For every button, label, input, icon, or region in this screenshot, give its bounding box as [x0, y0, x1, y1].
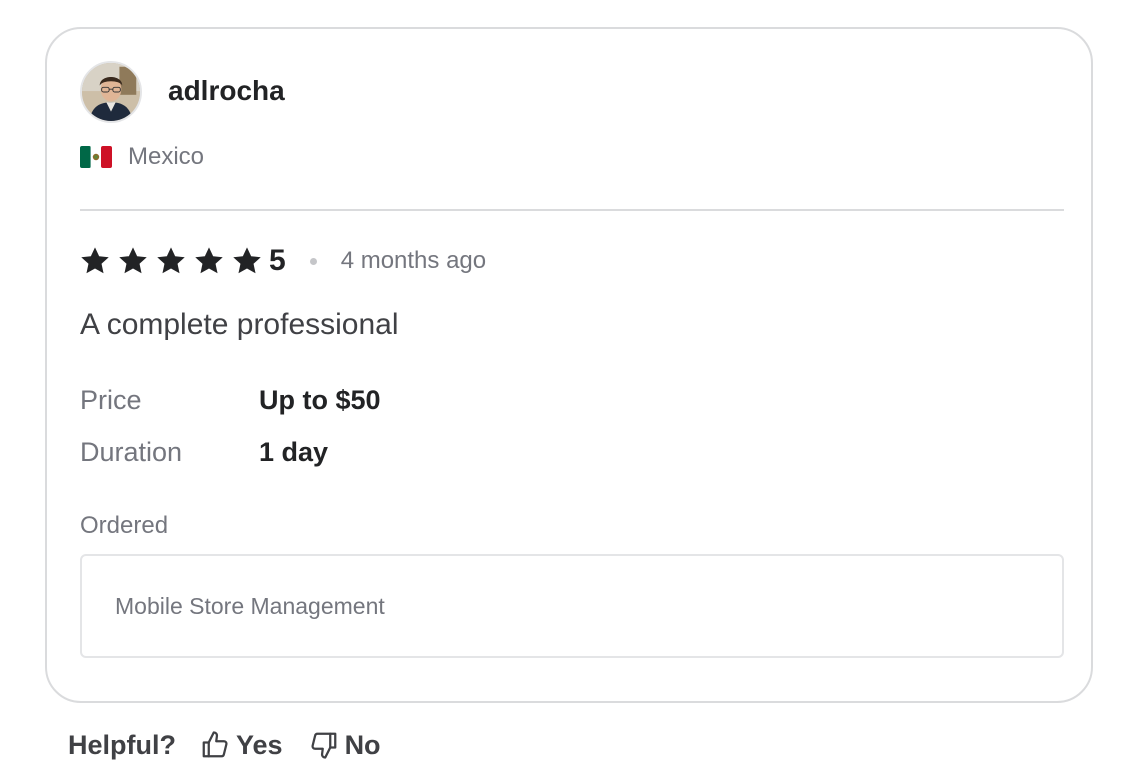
divider: [80, 209, 1064, 211]
reviewer-username[interactable]: adlrocha: [168, 73, 285, 109]
duration-value: 1 day: [259, 437, 329, 467]
helpful-row: Helpful? Yes No: [68, 726, 407, 764]
helpful-no-button[interactable]: No: [309, 730, 381, 761]
reviewer-country: Mexico: [128, 143, 205, 170]
star-icon: [79, 245, 111, 277]
avatar[interactable]: [80, 61, 142, 123]
avatar-image: [82, 63, 140, 121]
star-icon: [193, 245, 225, 277]
thumbs-up-icon: [200, 730, 230, 760]
star-icon: [117, 245, 149, 277]
helpful-yes-label: Yes: [236, 729, 283, 760]
price-value: Up to $50: [259, 385, 381, 415]
review-time: 4 months ago: [340, 247, 487, 274]
helpful-yes-button[interactable]: Yes: [200, 730, 283, 761]
mexico-flag-icon: [80, 146, 112, 168]
rating-row: 5 4 months ago: [79, 243, 486, 279]
price-label: Price: [80, 385, 142, 415]
duration-label: Duration: [80, 437, 183, 467]
review-text: A complete professional: [80, 308, 399, 341]
ordered-item-box[interactable]: Mobile Store Management: [80, 554, 1064, 658]
star-icon: [155, 245, 187, 277]
helpful-no-label: No: [344, 729, 381, 760]
rating-value: 5: [269, 244, 286, 277]
separator-dot: [309, 257, 317, 265]
thumbs-down-icon: [309, 730, 339, 760]
ordered-item-title[interactable]: Mobile Store Management: [115, 590, 385, 622]
star-icon: [231, 245, 263, 277]
review-card: adlrocha Mexico 5 4 months ago A complet…: [45, 27, 1093, 703]
helpful-label: Helpful?: [68, 729, 176, 760]
ordered-label: Ordered: [80, 512, 169, 539]
